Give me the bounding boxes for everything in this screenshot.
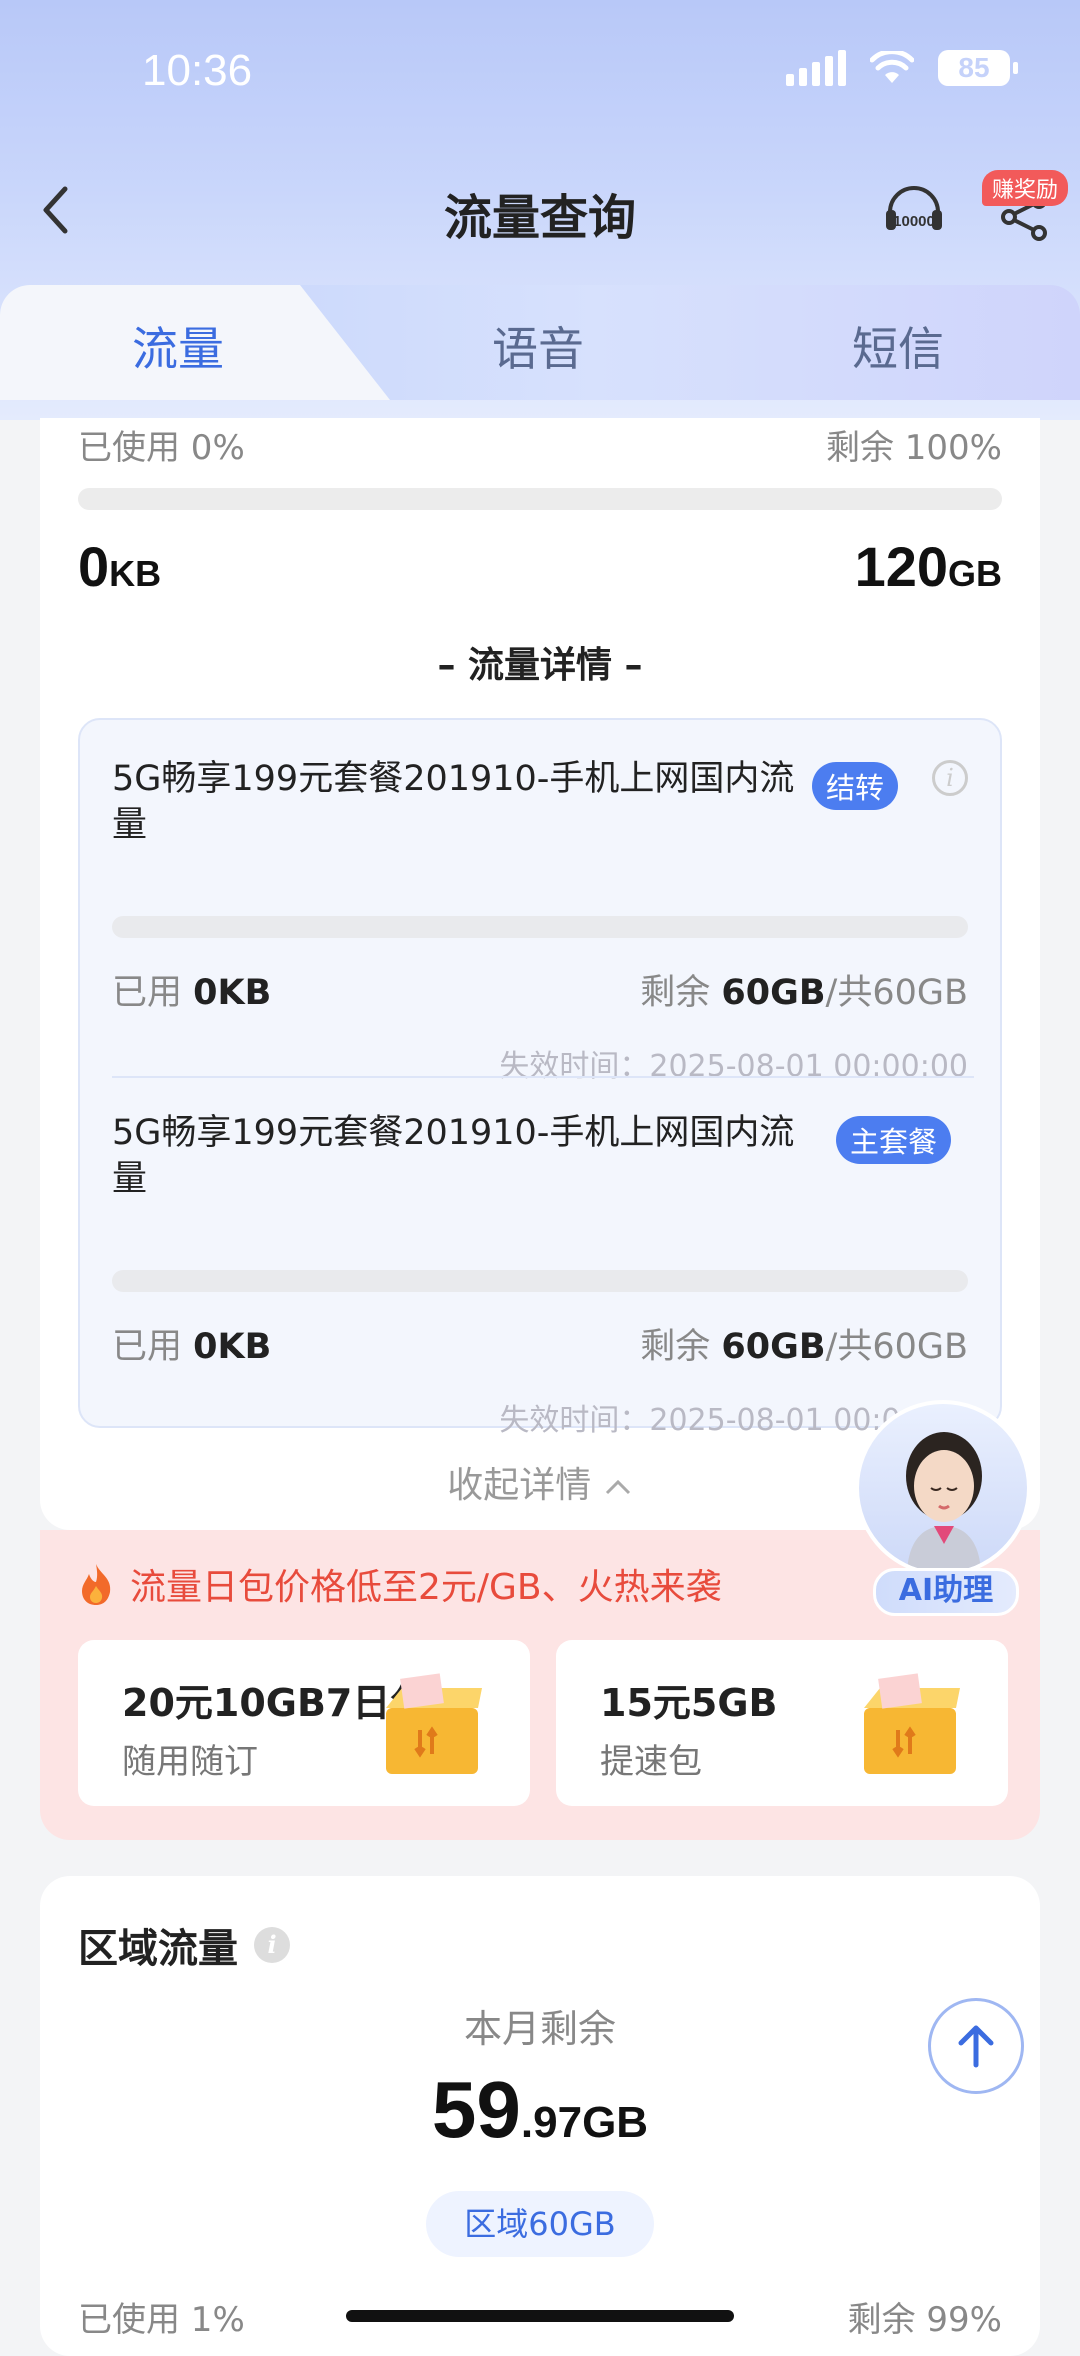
month-remaining-label: 本月剩余 [463,2007,616,2051]
package-tag: 主套餐 [836,1116,952,1164]
package-used: 已用 0KB [112,973,272,1013]
package-remain: 剩余 60GB/共60GB [640,973,968,1013]
tab-data[interactable]: 流量 [132,313,224,379]
promo-card[interactable]: 15元5GB 提速包 [556,1640,1008,1806]
package-tag: 结转 [812,762,899,810]
signal-icon [786,50,846,86]
package-expire-time: 失效时间：2025-08-01 00:00:00 [499,1049,968,1084]
used-amount: 0KB [78,535,162,598]
promo-banner[interactable]: 流量日包价格低至2元/GB、火热来袭 [76,1558,722,1610]
used-percent: 已使用 0% [78,428,245,468]
status-time: 10:36 [142,46,253,95]
package-detail-box: 5G畅享199元套餐201910-手机上网国内流量 结转 i 已用 0KB 剩余… [78,718,1002,1438]
info-icon[interactable]: i [254,1927,290,1963]
package-name: 5G畅享199元套餐201910-手机上网国内流量 [112,1113,795,1199]
promo-card[interactable]: 20元10GB7日包 随用随订 [78,1640,530,1806]
status-icons: 85 [786,50,1018,86]
tab-sms[interactable]: 短信 [852,313,944,379]
svg-text:10000: 10000 [893,213,935,230]
home-indicator [346,2310,734,2322]
ai-assistant-button[interactable]: AI助理 [855,1400,1031,1616]
package-progress-bar [112,916,968,938]
divider [112,1076,974,1078]
customer-service-button[interactable]: 10000 [880,178,948,246]
usage-percent-row: 已使用 0% 剩余 100% [78,420,1002,469]
promo-card-subtitle: 随用随订 [122,1742,258,1782]
regional-data-card: 区域流量 i 本月剩余 59.97GB 区域60GB 已使用 1% 剩余 99% [40,1876,1040,2356]
month-remaining-value: 59.97GB [431,2065,649,2154]
promo-card-subtitle: 提速包 [600,1742,702,1782]
fire-icon [82,1564,111,1605]
wifi-icon [870,51,914,83]
region-title: 区域流量 i [78,1916,290,1974]
package-progress-bar [112,1270,968,1292]
gift-box-icon [386,1673,482,1774]
tab-bar: 流量 语音 短信 [0,285,1080,400]
usage-amount-row: 0KB 120GB [78,534,1002,599]
usage-progress-bar [78,488,1002,510]
promo-card-title: 15元5GB [600,1681,778,1725]
tab-voice[interactable]: 语音 [492,313,584,379]
detail-section-title: – 流量详情 – [437,645,643,686]
assistant-label: AI助理 [873,1568,1019,1616]
gift-box-icon [864,1673,960,1774]
package-name: 5G畅享199元套餐201910-手机上网国内流量 [112,759,795,845]
chevron-up-icon [605,1479,630,1495]
package-used: 已用 0KB [112,1327,272,1367]
reward-badge[interactable]: 赚奖励 [982,170,1069,206]
arrow-up-icon [958,2025,994,2068]
total-amount: 120GB [854,535,1002,598]
region-used-percent: 已使用 1% [78,2300,245,2340]
battery-indicator: 85 [938,50,1018,86]
remain-percent: 剩余 100% [825,428,1002,468]
region-total-chip: 区域60GB [426,2191,654,2257]
assistant-avatar [855,1400,1031,1576]
region-remain-percent: 剩余 99% [847,2300,1002,2340]
package-remain: 剩余 60GB/共60GB [640,1327,968,1367]
scroll-to-top-button[interactable] [928,1998,1024,2094]
info-icon[interactable]: i [932,760,968,796]
promo-text: 流量日包价格低至2元/GB、火热来袭 [130,1567,722,1608]
data-usage-card: 已使用 0% 剩余 100% 0KB 120GB – 流量详情 – 5G畅享19… [40,418,1040,1530]
headset-10000-icon: 10000 [886,186,942,230]
assistant-avatar-icon [906,1432,982,1572]
